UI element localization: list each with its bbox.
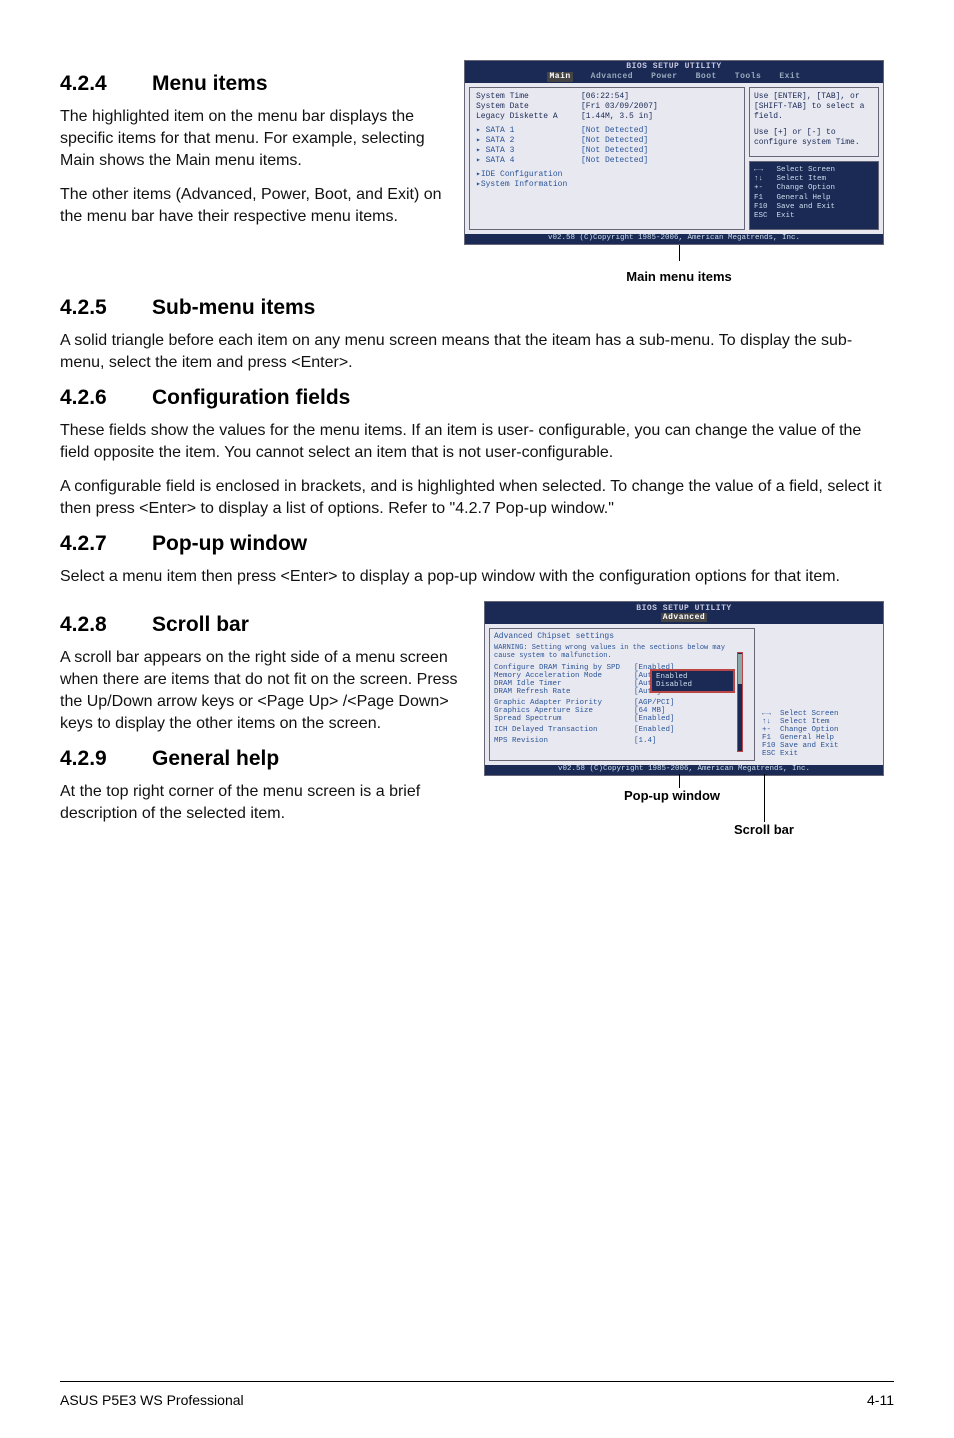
menubar-boot: Boot xyxy=(696,72,717,82)
bios-footer: v02.58 (C)Copyright 1985-2006, American … xyxy=(485,765,883,775)
menubar-advanced: Advanced xyxy=(591,72,633,82)
heading-title: General help xyxy=(152,747,279,770)
field-label: Graphic Adapter Priority xyxy=(494,699,634,707)
figure-label-scrollbar: Scroll bar xyxy=(734,822,794,837)
heading-title: Configuration fields xyxy=(152,386,350,409)
callout-line xyxy=(679,774,680,788)
heading-title: Menu items xyxy=(152,72,268,95)
field-label: DRAM Idle Timer xyxy=(494,680,634,688)
bios-screenshot-main: BIOS SETUP UTILITY Main Advanced Power B… xyxy=(464,60,884,245)
para: Select a menu item then press <Enter> to… xyxy=(60,566,894,588)
figure-caption: Main menu items xyxy=(464,269,894,284)
field-label: System Time xyxy=(476,92,581,102)
heading-num: 4.2.7 xyxy=(60,532,152,556)
submenu-item: ▸ System Information xyxy=(476,180,738,190)
popup-window: Enabled Disabled xyxy=(650,669,735,693)
help-text: Use [+] or [-] to configure system Time. xyxy=(754,128,874,148)
heading-title: Pop-up window xyxy=(152,532,307,555)
heading-428: 4.2.8Scroll bar xyxy=(60,613,466,637)
help-text: Use [ENTER], [TAB], or [SHIFT-TAB] to se… xyxy=(754,92,874,122)
field-label: Configure DRAM Timing by SPD xyxy=(494,664,634,672)
menubar-power: Power xyxy=(651,72,678,82)
bios-keys-panel: ←→ Select Screen ↑↓ Select Item +- Chang… xyxy=(759,707,879,761)
scrollbar-thumb xyxy=(738,654,742,684)
heading-num: 4.2.4 xyxy=(60,72,152,96)
heading-num: 4.2.9 xyxy=(60,747,152,771)
heading-429: 4.2.9General help xyxy=(60,747,466,771)
footer-left: ASUS P5E3 WS Professional xyxy=(60,1392,244,1408)
field-value: [06:22:54] xyxy=(581,92,629,102)
para: A scroll bar appears on the right side o… xyxy=(60,647,466,735)
field-label: ▸ SATA 3 xyxy=(476,146,581,156)
field-value: [Not Detected] xyxy=(581,146,648,156)
bios-title: BIOS SETUP UTILITY xyxy=(636,604,731,613)
field-label: ▸ SATA 2 xyxy=(476,136,581,146)
scrollbar xyxy=(737,652,743,752)
field-label: ▸ SATA 4 xyxy=(476,156,581,166)
para: The other items (Advanced, Power, Boot, … xyxy=(60,184,446,228)
field-value: [Fri 03/09/2007] xyxy=(581,102,658,112)
para: The highlighted item on the menu bar dis… xyxy=(60,106,446,172)
bios-main-panel: Advanced Chipset settings WARNING: Setti… xyxy=(489,628,755,761)
bios-footer: v02.58 (C)Copyright 1985-2006, American … xyxy=(465,234,883,244)
heading-num: 4.2.5 xyxy=(60,296,152,320)
heading-427: 4.2.7Pop-up window xyxy=(60,532,894,556)
heading-num: 4.2.8 xyxy=(60,613,152,637)
field-label: Graphics Aperture Size xyxy=(494,707,634,715)
field-label: Spread Spectrum xyxy=(494,715,634,723)
heading-title: Sub-menu items xyxy=(152,296,315,319)
callout-line xyxy=(679,245,680,261)
heading-num: 4.2.6 xyxy=(60,386,152,410)
field-value: [Enabled] xyxy=(634,715,675,723)
panel-title: Advanced Chipset settings xyxy=(494,632,750,641)
field-value: [64 MB] xyxy=(634,707,666,715)
para: These fields show the values for the men… xyxy=(60,420,894,464)
bios-title: BIOS SETUP UTILITY xyxy=(626,62,721,72)
heading-425: 4.2.5Sub-menu items xyxy=(60,296,894,320)
field-label: System Date xyxy=(476,102,581,112)
field-value: [AGP/PCI] xyxy=(634,699,675,707)
field-label: Legacy Diskette A xyxy=(476,112,581,122)
bios-main-panel: System Time[06:22:54] System Date[Fri 03… xyxy=(469,87,745,230)
menubar-main: Main xyxy=(547,72,572,82)
field-value: [1.44M, 3.5 in] xyxy=(581,112,653,122)
heading-title: Scroll bar xyxy=(152,613,249,636)
menubar-advanced: Advanced xyxy=(661,613,707,622)
field-label: ▸ SATA 1 xyxy=(476,126,581,136)
field-label: MPS Revision xyxy=(494,737,634,745)
field-value: [Not Detected] xyxy=(581,126,648,136)
warning-text: WARNING: Setting wrong values in the sec… xyxy=(494,644,750,660)
bios-menubar: Main Advanced Power Boot Tools Exit xyxy=(547,72,800,82)
heading-426: 4.2.6Configuration fields xyxy=(60,386,894,410)
figure-label-popup: Pop-up window xyxy=(624,788,720,803)
footer-right: 4-11 xyxy=(867,1392,894,1408)
field-label: ICH Delayed Transaction xyxy=(494,726,634,734)
field-value: [1.4] xyxy=(634,737,657,745)
bios-keys-panel: ←→ Select Screen ↑↓ Select Item +- Chang… xyxy=(749,161,879,231)
field-label: Memory Acceleration Mode xyxy=(494,672,634,680)
field-value: [Enabled] xyxy=(634,726,675,734)
bios-help-panel: Use [ENTER], [TAB], or [SHIFT-TAB] to se… xyxy=(749,87,879,157)
menubar-exit: Exit xyxy=(779,72,800,82)
para: A solid triangle before each item on any… xyxy=(60,330,894,374)
menubar-tools: Tools xyxy=(735,72,762,82)
field-value: [Not Detected] xyxy=(581,156,648,166)
callout-line xyxy=(764,774,765,822)
field-label: DRAM Refresh Rate xyxy=(494,688,634,696)
field-value: [Not Detected] xyxy=(581,136,648,146)
para: At the top right corner of the menu scre… xyxy=(60,781,466,825)
submenu-item: ▸ IDE Configuration xyxy=(476,170,738,180)
heading-424: 4.2.4Menu items xyxy=(60,72,446,96)
page-footer: ASUS P5E3 WS Professional 4-11 xyxy=(60,1381,894,1408)
bios-screenshot-popup: BIOS SETUP UTILITY Advanced Advanced Chi… xyxy=(484,601,884,776)
para: A configurable field is enclosed in brac… xyxy=(60,476,894,520)
